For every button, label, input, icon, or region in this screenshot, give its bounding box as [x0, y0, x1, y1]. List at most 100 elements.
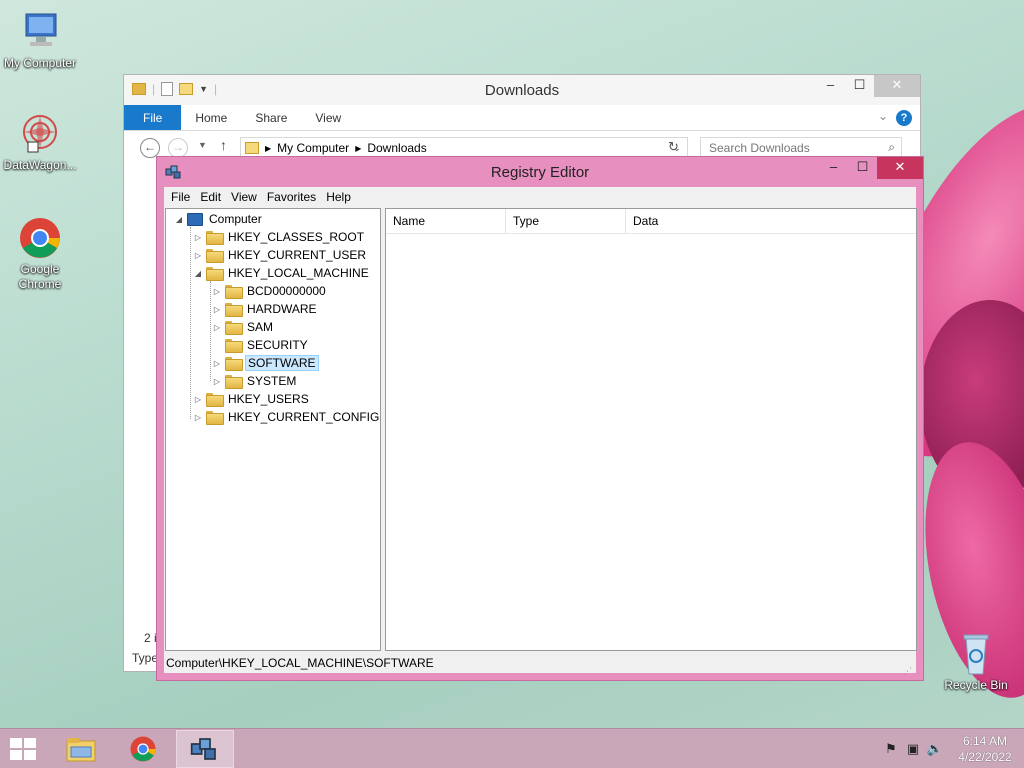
folder-icon	[206, 411, 224, 425]
registry-titlebar[interactable]: Registry Editor – ☐ ✕	[157, 157, 923, 187]
volume-muted-icon[interactable]: 🔈	[924, 741, 946, 757]
folder-icon	[225, 375, 243, 389]
desktop-icon-label: Recycle Bin	[944, 678, 1008, 692]
menu-edit[interactable]: Edit	[195, 187, 226, 207]
ribbon-tab-home[interactable]: Home	[181, 105, 241, 130]
recent-locations-icon[interactable]: ▼	[198, 140, 207, 150]
registry-tree[interactable]: ◢ Computer ▷ HKEY_CLASSES_ROOT ▷ HKEY_CU…	[165, 208, 381, 651]
close-button[interactable]: ✕	[877, 157, 923, 179]
minimize-button[interactable]: –	[819, 157, 848, 179]
expand-icon[interactable]: ▷	[193, 395, 203, 404]
tree-node-hkey-users[interactable]: ▷ HKEY_USERS	[193, 390, 311, 408]
network-icon[interactable]: ▣	[902, 741, 924, 757]
chrome-icon	[16, 216, 64, 260]
registry-editor-window[interactable]: Registry Editor – ☐ ✕ File Edit View Fav…	[156, 156, 924, 681]
tree-node-hkey-local-machine[interactable]: ◢ HKEY_LOCAL_MACHINE	[193, 264, 371, 282]
tree-node-hkey-classes-root[interactable]: ▷ HKEY_CLASSES_ROOT	[193, 228, 366, 246]
taskbar-chrome[interactable]	[114, 730, 172, 768]
tree-node-software[interactable]: ▷ SOFTWARE	[212, 354, 319, 372]
collapse-icon[interactable]: ◢	[193, 269, 203, 278]
tree-node-label: HARDWARE	[247, 302, 317, 316]
tree-node-label: HKEY_LOCAL_MACHINE	[228, 266, 369, 280]
tree-node-label: HKEY_CURRENT_CONFIG	[228, 410, 380, 424]
tree-node-hkey-current-user[interactable]: ▷ HKEY_CURRENT_USER	[193, 246, 368, 264]
folder-icon	[225, 303, 243, 317]
back-icon[interactable]: ←	[140, 138, 160, 158]
expand-icon[interactable]: ▷	[193, 233, 203, 242]
ribbon-tab-file[interactable]: File	[124, 105, 182, 130]
help-icon[interactable]: ?	[896, 110, 912, 126]
chevron-down-icon[interactable]: ⌄	[878, 109, 888, 123]
ribbon-tab-share[interactable]: Share	[241, 105, 301, 130]
status-bar: Computer\HKEY_LOCAL_MACHINE\SOFTWARE ⋰	[165, 653, 915, 676]
folder-icon	[206, 393, 224, 407]
column-header-type[interactable]: Type	[506, 209, 626, 233]
ribbon-tab-view[interactable]: View	[301, 105, 355, 130]
folder-icon	[206, 249, 224, 263]
list-header: Name Type Data	[386, 209, 916, 234]
breadcrumb-my-computer[interactable]: My Computer	[277, 141, 349, 155]
expand-icon[interactable]: ▷	[212, 323, 222, 332]
menu-favorites[interactable]: Favorites	[262, 187, 321, 207]
recycle-bin-icon	[952, 632, 1000, 676]
action-center-flag-icon[interactable]: ⚑	[880, 741, 902, 757]
tree-node-computer[interactable]: ◢ Computer	[174, 210, 264, 228]
desktop-icon-google-chrome[interactable]: Google Chrome	[0, 216, 80, 292]
breadcrumb-separator: ▶	[355, 143, 362, 153]
column-header-data[interactable]: Data	[626, 209, 916, 233]
explorer-titlebar[interactable]: | ▼ | Downloads – ☐ ✕	[124, 75, 920, 105]
clock-time: 6:14 AM	[962, 734, 1008, 748]
expand-icon[interactable]: ▷	[193, 251, 203, 260]
column-header-name[interactable]: Name	[386, 209, 506, 233]
maximize-button[interactable]: ☐	[848, 157, 877, 179]
tree-guide-line	[210, 281, 211, 381]
up-arrow-icon[interactable]: ↑	[220, 137, 227, 153]
chrome-icon	[130, 736, 156, 762]
tree-node-label: SAM	[247, 320, 274, 334]
folder-icon	[225, 321, 243, 335]
tree-node-security[interactable]: SECURITY	[212, 336, 310, 354]
expand-icon[interactable]: ▷	[212, 305, 222, 314]
tree-node-label: HKEY_CURRENT_USER	[228, 248, 367, 262]
desktop-icon-datawagon[interactable]: DataWagon...	[0, 112, 80, 173]
folder-icon	[225, 357, 243, 371]
desktop-icon-recycle-bin[interactable]: Recycle Bin	[936, 632, 1016, 693]
search-placeholder: Search Downloads	[709, 141, 810, 155]
refresh-icon[interactable]: ↻	[668, 139, 679, 155]
status-path: Computer\HKEY_LOCAL_MACHINE\SOFTWARE	[166, 656, 434, 670]
desktop-icon-my-computer[interactable]: My Computer	[0, 10, 80, 71]
menu-file[interactable]: File	[166, 187, 195, 207]
resize-grip-icon[interactable]: ⋰	[903, 661, 913, 676]
taskbar-registry-editor[interactable]	[176, 730, 234, 768]
breadcrumb-downloads[interactable]: Downloads	[367, 141, 426, 155]
expand-icon[interactable]: ▷	[193, 413, 203, 422]
clock-date: 4/22/2022	[958, 750, 1012, 764]
maximize-button[interactable]: ☐	[845, 75, 874, 97]
forward-icon[interactable]: →	[168, 138, 188, 158]
tree-node-bcd00000000[interactable]: ▷ BCD00000000	[212, 282, 328, 300]
menu-view[interactable]: View	[226, 187, 262, 207]
tree-node-sam[interactable]: ▷ SAM	[212, 318, 275, 336]
windows-logo-icon	[10, 738, 22, 748]
expand-icon[interactable]: ▷	[212, 377, 222, 386]
explorer-title: Downloads	[484, 82, 560, 99]
minimize-button[interactable]: –	[816, 75, 845, 97]
start-button[interactable]	[10, 738, 38, 760]
taskbar-file-explorer[interactable]	[52, 730, 110, 768]
registry-values-list[interactable]: Name Type Data	[385, 208, 917, 651]
menu-help[interactable]: Help	[321, 187, 356, 207]
item-count: 2 i	[144, 631, 157, 645]
clock[interactable]: 6:14 AM 4/22/2022	[946, 733, 1024, 765]
tree-node-system[interactable]: ▷ SYSTEM	[212, 372, 298, 390]
search-icon[interactable]: ⌕	[888, 140, 895, 155]
desktop-icon-label: Google Chrome	[18, 262, 62, 291]
tree-node-hkey-current-config[interactable]: ▷ HKEY_CURRENT_CONFIG	[193, 408, 381, 426]
expand-icon[interactable]: ▷	[212, 359, 222, 368]
close-button[interactable]: ✕	[874, 75, 920, 97]
expand-icon[interactable]: ▷	[212, 287, 222, 296]
tree-node-hardware[interactable]: ▷ HARDWARE	[212, 300, 319, 318]
collapse-icon[interactable]: ◢	[174, 215, 184, 224]
folder-icon	[206, 231, 224, 245]
registry-window-controls: – ☐ ✕	[819, 157, 923, 179]
computer-icon	[16, 10, 64, 54]
